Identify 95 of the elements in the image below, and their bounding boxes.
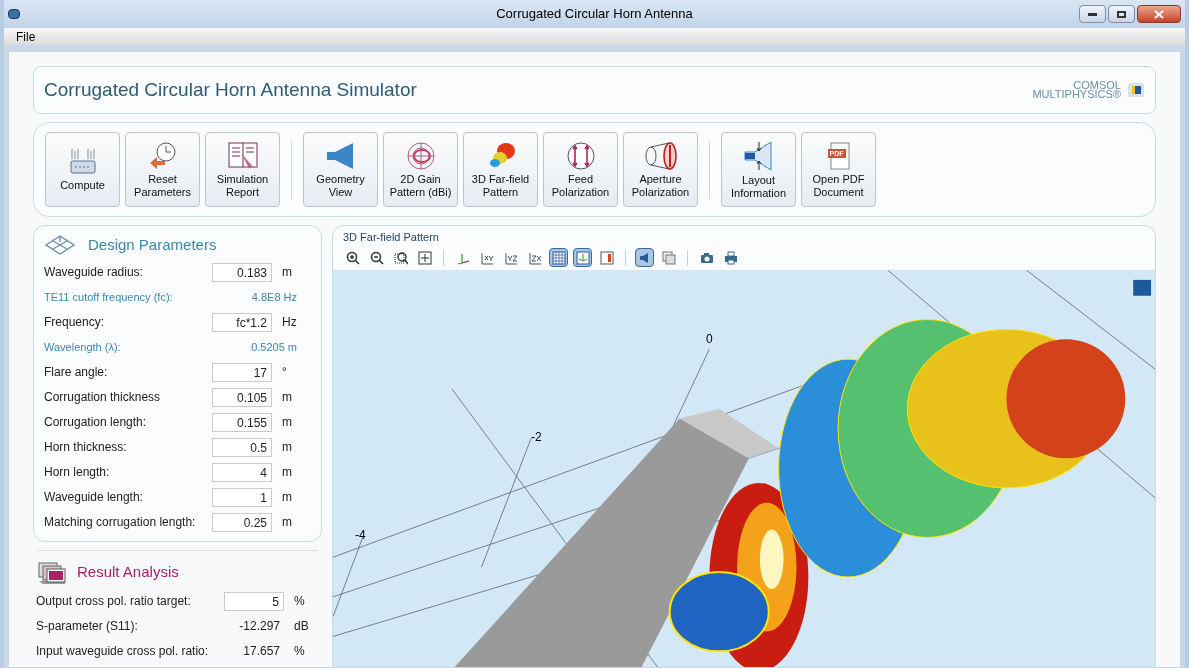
zoom-out-icon	[369, 250, 384, 265]
panel-title: 3D Far-field Pattern	[342, 230, 440, 245]
computed-value: 4.8E8 Hz	[251, 289, 298, 305]
pdf-document-icon	[826, 140, 851, 171]
camera-icon	[699, 250, 714, 265]
value-field[interactable]: 4	[212, 462, 272, 482]
parameter-label: Matching corrugation length:	[44, 514, 197, 531]
unit-label: m	[282, 489, 292, 506]
value-field[interactable]: fc*1.2	[212, 312, 272, 332]
unit-label: %	[294, 643, 305, 660]
parameter-label: Corrugation length:	[44, 414, 148, 431]
unit-label: m	[282, 514, 292, 531]
ribbon-button[interactable]: 2D Gain Pattern (dBi)	[383, 132, 458, 207]
unit-label: %	[294, 593, 305, 610]
value-field[interactable]: 5	[224, 591, 284, 611]
parameter-label: Waveguide radius:	[44, 264, 144, 281]
axis-label: -2	[531, 428, 542, 446]
router-icon	[68, 147, 97, 177]
color-legend-icon	[599, 250, 614, 265]
parameter-label: Frequency:	[44, 314, 106, 331]
unit-label: m	[282, 414, 292, 431]
xy-plane-icon	[479, 250, 494, 265]
value-field[interactable]: 0.155	[212, 412, 272, 432]
color-legend-button[interactable]	[597, 248, 616, 267]
parameter-label: S-parameter (S11):	[36, 618, 139, 635]
stacked-windows-icon	[37, 560, 67, 585]
parameter-label: TE11 cutoff frequency (fc):	[44, 289, 174, 305]
overlapping-squares-button[interactable]	[659, 248, 678, 267]
yz-plane-icon	[503, 250, 518, 265]
section-title: Design Parameters	[88, 235, 217, 255]
section-title: Result Analysis	[77, 562, 179, 583]
parameter-label: Horn thickness:	[44, 439, 128, 456]
close-button[interactable]	[1137, 5, 1181, 23]
unit-label: m	[282, 439, 292, 456]
parameter-label: Corrugation thickness	[44, 389, 162, 406]
cone-arrows-icon	[642, 140, 679, 171]
zx-plane-icon	[527, 250, 542, 265]
unit-label: m	[282, 264, 292, 281]
maximize-icon	[1117, 10, 1126, 18]
ribbon-button[interactable]: Reset Parameters	[125, 132, 200, 207]
parameter-label: Wavelength (λ):	[44, 339, 122, 355]
grid-icon	[551, 250, 566, 265]
speaker-button[interactable]	[635, 248, 654, 267]
parameter-label: Waveguide length:	[44, 489, 144, 506]
result-value: 17.657	[242, 643, 281, 660]
zoom-in-icon	[345, 250, 360, 265]
minimize-icon	[1088, 12, 1097, 16]
value-field[interactable]: 0.183	[212, 262, 272, 282]
unit-label: m	[282, 464, 292, 481]
zoom-extents-button[interactable]	[415, 248, 434, 267]
axis-label: -4	[355, 526, 366, 544]
axis-orientation-icon	[575, 250, 590, 265]
logo-icon	[1127, 82, 1145, 98]
parameter-label: Output cross pol. ratio target:	[36, 593, 192, 610]
circle-arrows-icon	[565, 140, 596, 171]
value-field[interactable]: 17	[212, 362, 272, 382]
ribbon-button[interactable]: Feed Polarization	[543, 132, 618, 207]
maximize-button[interactable]	[1108, 5, 1135, 23]
close-icon	[1154, 9, 1164, 19]
printer-icon	[723, 250, 738, 265]
zoom-box-icon	[393, 250, 408, 265]
value-field[interactable]: 0.25	[212, 512, 272, 532]
computed-value: 0.5205 m	[251, 339, 298, 355]
ribbon-button[interactable]: Layout Information	[721, 132, 796, 207]
parameter-label: Input waveguide cross pol. ratio:	[36, 643, 210, 660]
ribbon-button[interactable]: Geometry View	[303, 132, 378, 207]
parameter-label: Flare angle:	[44, 364, 109, 381]
overlapping-squares-icon	[661, 250, 676, 265]
result-value: -12.297	[238, 618, 281, 635]
zoom-extents-icon	[417, 250, 432, 265]
axis-orientation-button[interactable]	[573, 248, 592, 267]
cube-outline-icon	[44, 234, 76, 257]
unit-label: °	[282, 364, 287, 381]
parameter-label: Horn length:	[44, 464, 111, 481]
app-title: Corrugated Circular Horn Antenna Simulator	[44, 77, 417, 102]
minimize-button[interactable]	[1079, 5, 1106, 23]
value-field[interactable]: 0.105	[212, 387, 272, 407]
menu-item[interactable]: File	[12, 27, 40, 46]
polar-plot-icon	[405, 140, 436, 171]
window-title: Corrugated Circular Horn Antenna	[496, 5, 693, 24]
horn-dimension-icon	[742, 139, 775, 172]
unit-label: dB	[294, 618, 309, 635]
grid-button[interactable]	[549, 248, 568, 267]
ribbon-button[interactable]: Compute	[45, 132, 120, 207]
logo-text: COMSOL MULTIPHYSICS®	[1032, 81, 1121, 99]
value-field[interactable]: 0.5	[212, 437, 272, 457]
unit-label: Hz	[282, 314, 297, 331]
ribbon-button[interactable]: Simulation Report	[205, 132, 280, 207]
app-icon	[8, 9, 20, 19]
report-icon	[226, 140, 259, 171]
ribbon-button[interactable]: Aperture Polarization	[623, 132, 698, 207]
ribbon-button[interactable]: 3D Far-field Pattern	[463, 132, 538, 207]
axis-label: 0	[706, 330, 713, 348]
unit-label: m	[282, 389, 292, 406]
value-field[interactable]: 1	[212, 487, 272, 507]
